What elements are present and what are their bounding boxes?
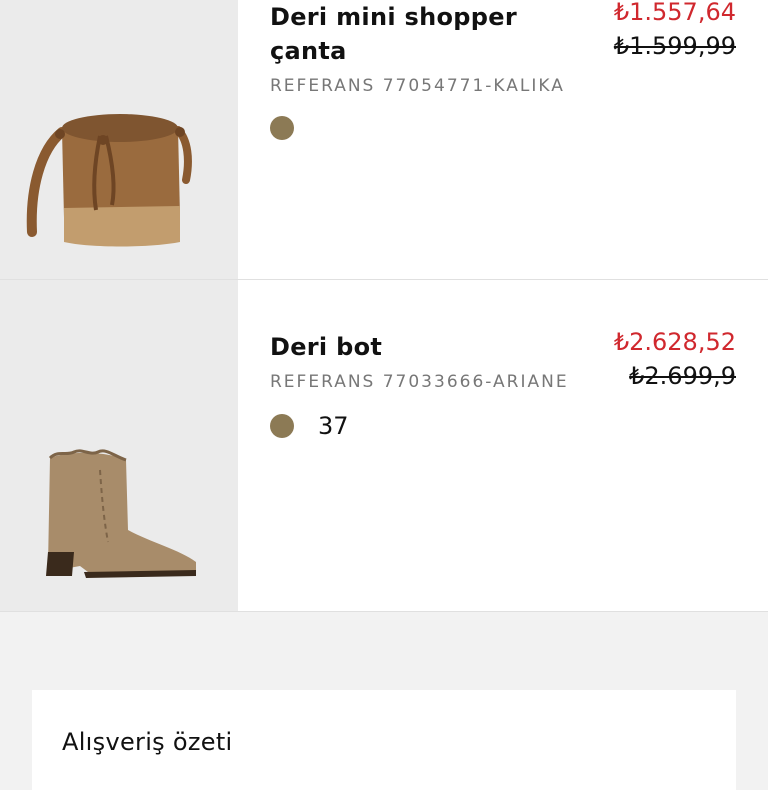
discounted-price: ₺1.557,64 — [613, 0, 736, 26]
size-value: 37 — [318, 412, 349, 440]
color-swatch — [270, 116, 294, 140]
original-price: ₺1.599,99 — [613, 32, 736, 60]
cart-item-boot[interactable]: Deri bot REFERANS 77033666-ARIANE 37 ₺2.… — [0, 280, 768, 612]
product-reference: REFERANS 77054771-KALIKA — [270, 76, 565, 96]
color-swatch — [270, 414, 294, 438]
order-summary-card: Alışveriş özeti — [32, 690, 736, 790]
ankle-boot-illustration — [46, 449, 196, 578]
discounted-price: ₺2.628,52 — [613, 328, 736, 356]
bucket-bag-illustration — [26, 114, 192, 247]
variant-row — [270, 116, 736, 140]
summary-title: Alışveriş özeti — [62, 728, 233, 756]
product-image-boot[interactable] — [0, 280, 238, 611]
product-title[interactable]: Deri mini shopper çanta — [270, 0, 560, 68]
original-price: ₺2.699,9 — [629, 362, 736, 390]
product-image-bag[interactable] — [0, 0, 238, 279]
price-block: ₺1.557,64 ₺1.599,99 — [614, 0, 736, 61]
price-block: ₺2.628,52 ₺2.699,9 — [614, 327, 736, 391]
variant-row: 37 — [270, 412, 736, 440]
product-title[interactable]: Deri bot — [270, 330, 560, 364]
cart-item-bag[interactable]: Deri mini shopper çanta REFERANS 7705477… — [0, 0, 768, 280]
